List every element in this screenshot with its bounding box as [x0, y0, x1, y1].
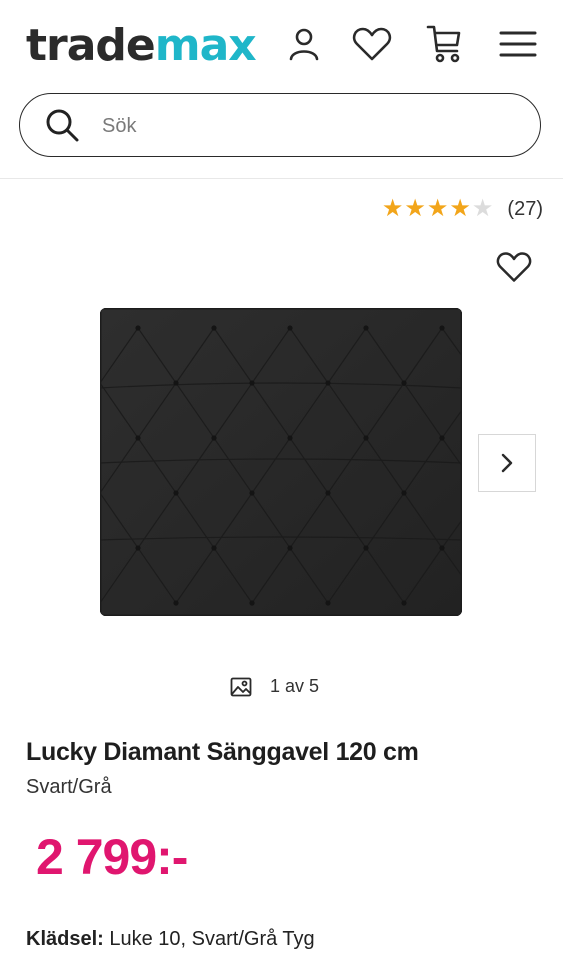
headboard-image: [100, 308, 462, 616]
logo-text-part2: max: [154, 20, 257, 71]
product-rating[interactable]: ★ ★ ★ ★ ★ (27): [382, 196, 543, 222]
heart-icon: [352, 27, 392, 61]
search-bar[interactable]: [19, 93, 541, 157]
product-price: 2 799:-: [36, 829, 188, 885]
menu-button[interactable]: [496, 22, 540, 66]
product-spec: Klädsel: Luke 10, Svart/Grå Tyg: [26, 928, 315, 951]
star-icon: ★: [426, 195, 449, 222]
product-image[interactable]: [100, 308, 462, 616]
search-icon[interactable]: [44, 107, 80, 143]
trademax-logo[interactable]: trademax: [26, 18, 257, 74]
account-button[interactable]: [282, 22, 326, 66]
product-title: Lucky Diamant Sänggavel 120 cm: [26, 738, 419, 766]
star-icon: ★: [381, 195, 404, 222]
spec-label: Klädsel:: [26, 928, 104, 950]
star-icon: ★: [449, 195, 471, 222]
chevron-right-icon: [501, 453, 513, 473]
wishlist-button[interactable]: [350, 22, 394, 66]
spec-value: Luke 10, Svart/Grå Tyg: [109, 928, 315, 950]
image-counter: 1 av 5: [230, 676, 319, 697]
search-input[interactable]: [100, 106, 524, 146]
logo-text-part1: trade: [26, 20, 156, 71]
star-icon: ★: [404, 195, 426, 222]
star-empty-icon: ★: [471, 195, 494, 222]
heart-icon: [496, 252, 532, 282]
image-counter-text: 1 av 5: [270, 676, 320, 696]
user-icon: [289, 28, 319, 61]
image-icon: [230, 677, 252, 696]
menu-icon: [499, 31, 537, 57]
site-header: trademax: [0, 0, 563, 179]
review-count[interactable]: (27): [507, 198, 543, 221]
cart-button[interactable]: [422, 22, 466, 66]
cart-icon: [426, 25, 461, 63]
rating-stars: ★ ★ ★ ★ ★: [382, 196, 494, 222]
next-image-button[interactable]: [478, 434, 536, 492]
add-to-wishlist-button[interactable]: [496, 250, 532, 286]
product-variant: Svart/Grå: [26, 776, 112, 798]
